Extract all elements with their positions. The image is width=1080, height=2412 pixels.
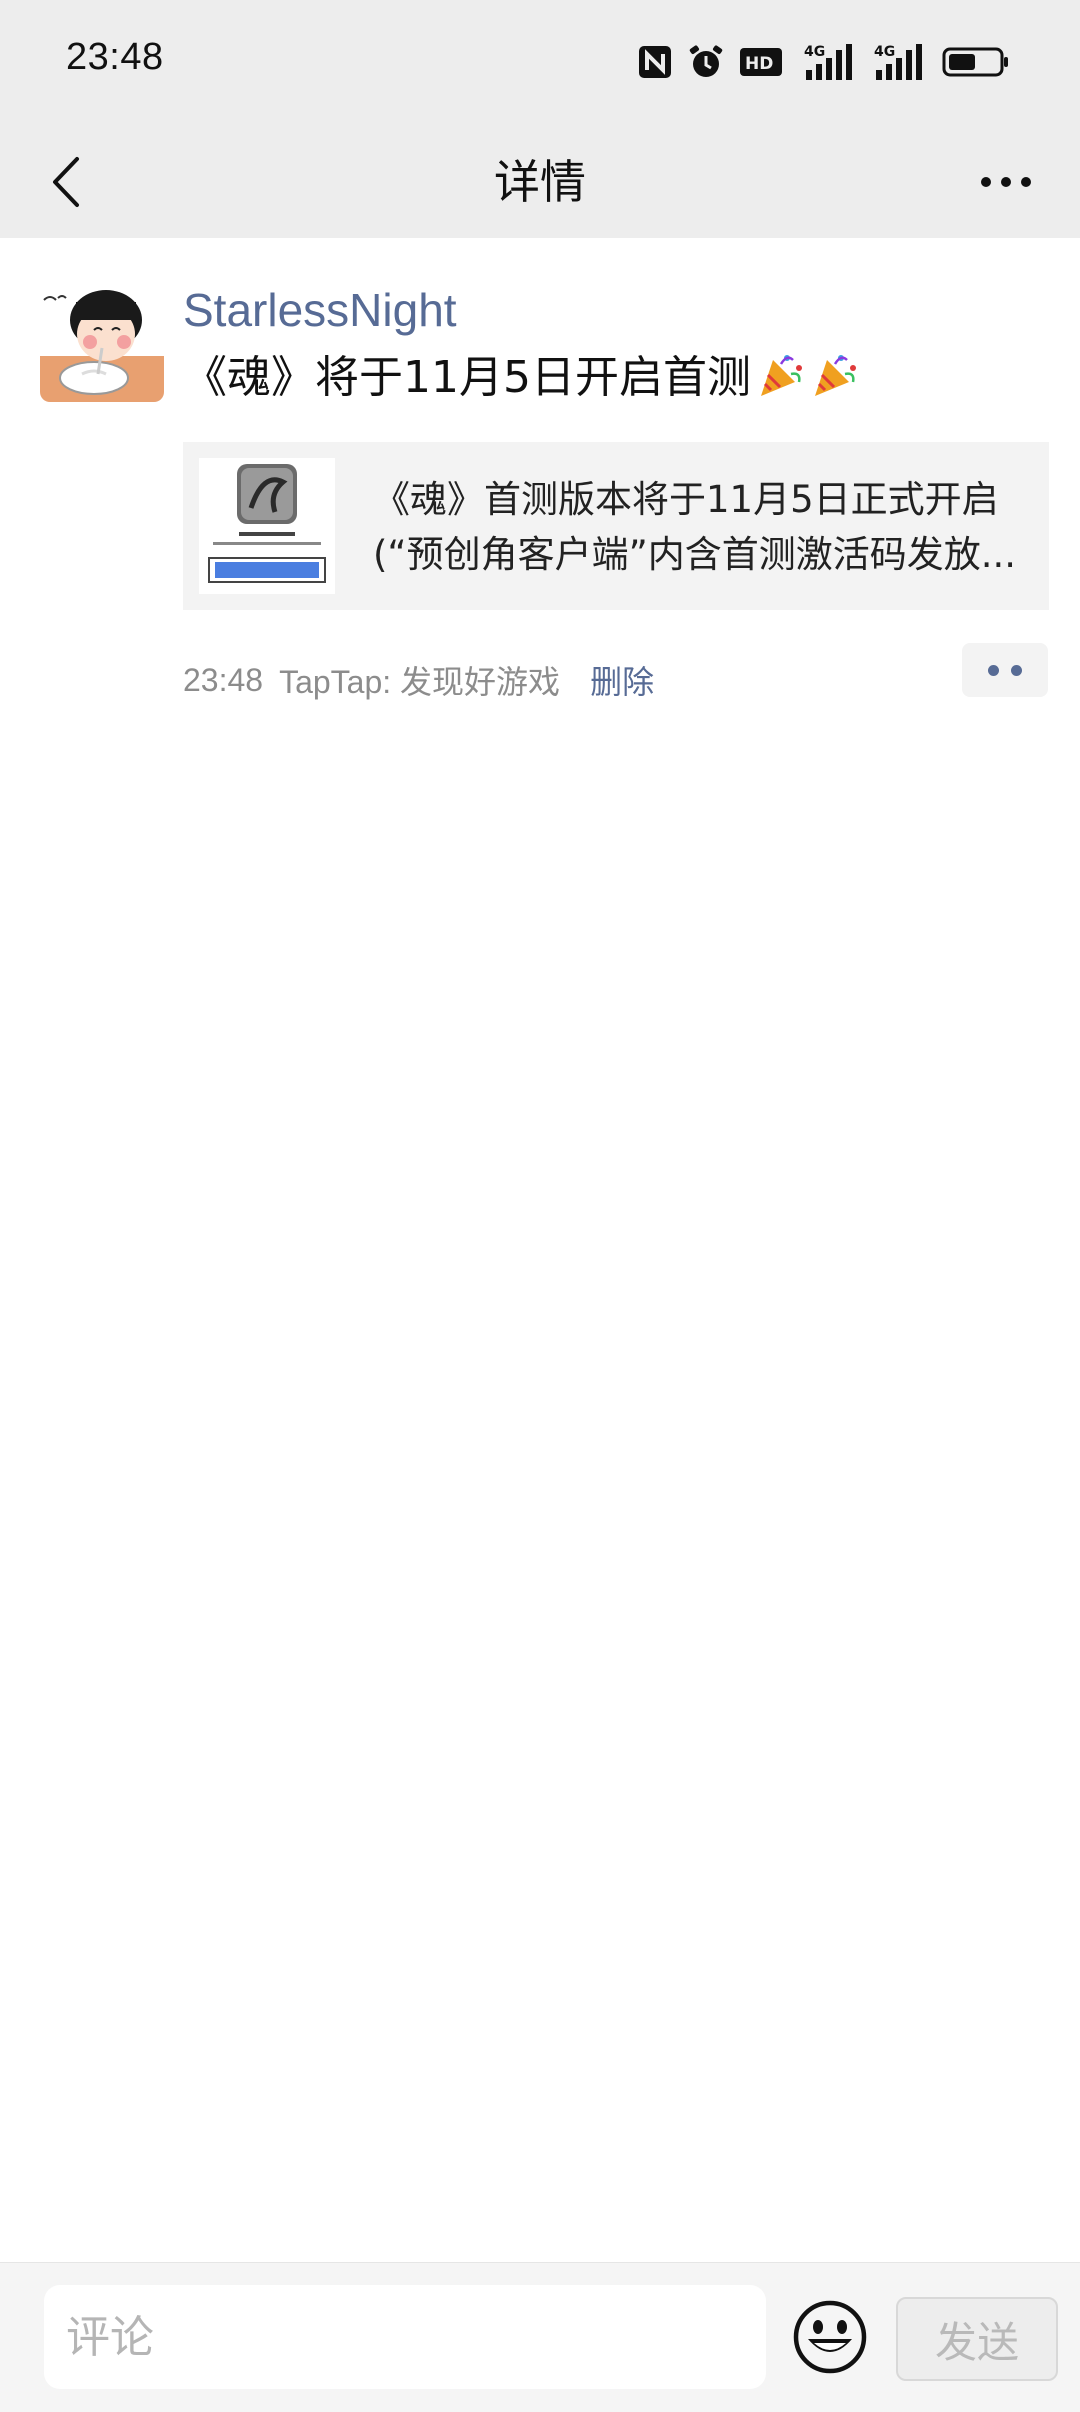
game-thumbnail-image [199, 458, 335, 594]
battery-icon [942, 47, 1008, 77]
dot-icon [988, 664, 999, 676]
dot-icon [1011, 664, 1022, 676]
svg-text:4G: 4G [874, 44, 895, 60]
shared-link-card[interactable]: 《魂》首测版本将于11月5日正式开启 (“预创角客户端”内含首测激活码发放... [183, 442, 1049, 610]
avatar[interactable] [40, 278, 164, 402]
delete-link[interactable]: 删除 [590, 657, 654, 703]
comment-input[interactable] [44, 2285, 766, 2389]
post-text: 《魂》将于11月5日开启首测 [183, 346, 859, 410]
post-source[interactable]: TapTap: 发现好游戏 [279, 657, 560, 703]
smiley-icon [793, 2300, 867, 2374]
link-title-line-1: 《魂》首测版本将于11月5日正式开启 [373, 478, 999, 521]
post-actions-button[interactable] [962, 643, 1048, 697]
comment-bar: 发送 [0, 2262, 1080, 2412]
more-button[interactable] [966, 150, 1046, 214]
page-title: 详情 [494, 155, 586, 209]
emoji-button[interactable] [790, 2297, 870, 2377]
post-text-content: 《魂》将于11月5日开启首测 [183, 352, 751, 403]
party-popper-icon [814, 355, 856, 396]
party-popper-icon [760, 355, 802, 396]
svg-text:4G: 4G [804, 44, 825, 60]
hd-icon: HD [740, 48, 782, 76]
svg-text:HD: HD [745, 54, 773, 74]
link-thumbnail [199, 458, 335, 594]
screen: 23:48 HD 4G 4G 详情 StarlessNight 《魂》将于11月… [0, 0, 1080, 2412]
link-title-line-2: (“预创角客户端”内含首测激活码发放... [373, 533, 1017, 576]
status-bar: 23:48 HD 4G 4G [0, 0, 1080, 126]
more-icon [981, 177, 1031, 187]
nfc-icon [639, 46, 671, 78]
alarm-icon [689, 45, 723, 77]
author-name[interactable]: StarlessNight [183, 278, 457, 342]
avatar-illustration [40, 278, 164, 402]
post-time: 23:48 [183, 661, 264, 698]
nav-bar: 详情 [0, 126, 1080, 238]
post-meta: 23:48 TapTap: 发现好游戏 删除 [183, 652, 654, 708]
link-title: 《魂》首测版本将于11月5日正式开启 (“预创角客户端”内含首测激活码发放... [373, 472, 1023, 582]
status-icons: HD 4G 4G [638, 40, 1010, 84]
signal-4g-icon: 4G [874, 44, 922, 80]
send-button[interactable]: 发送 [896, 2297, 1058, 2381]
status-time: 23:48 [66, 36, 164, 78]
signal-4g-icon: 4G [804, 44, 852, 80]
